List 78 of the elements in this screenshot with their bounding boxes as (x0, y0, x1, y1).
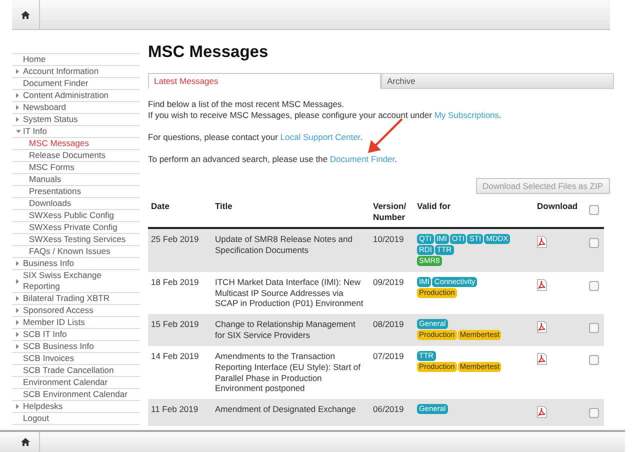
version-cell: 07/2019 (370, 346, 414, 399)
caret-right-icon (16, 278, 20, 284)
sidebar-item[interactable]: Downloads (12, 198, 140, 210)
caret-right-icon (16, 261, 20, 266)
date-cell: 25 Feb 2019 (148, 228, 212, 272)
sidebar-item[interactable]: Business Info (12, 258, 140, 270)
sidebar-item[interactable]: Environment Calendar (12, 377, 140, 389)
caret-right-icon (16, 105, 20, 110)
row-checkbox[interactable] (589, 408, 599, 418)
tab[interactable]: Latest Messages (148, 73, 381, 89)
sidebar-item[interactable]: Account Information (12, 66, 140, 78)
home-icon (21, 10, 30, 18)
sidebar-item[interactable]: Helpdesks (12, 401, 140, 413)
sidebar-item[interactable]: Logout (12, 413, 140, 425)
home-icon (21, 438, 30, 446)
sidebar-item[interactable]: IT Info (12, 126, 140, 138)
version-cell: 10/2019 (370, 228, 414, 272)
select-all-checkbox[interactable] (589, 205, 599, 215)
title-cell[interactable]: Amendments to the Transaction Reporting Interface (EU Style): Start of Parallel Phase in Production Environment postponed (212, 346, 370, 399)
caret-down-icon (16, 130, 21, 134)
sidebar-item[interactable]: SWXess Public Config (12, 210, 140, 222)
row-checkbox[interactable] (589, 355, 599, 366)
caret-right-icon (16, 117, 20, 122)
version-cell: 06/2019 (370, 398, 414, 426)
caret-right-icon (16, 404, 20, 409)
pdf-icon[interactable] (537, 406, 547, 418)
sidebar-item[interactable]: MSC Messages (12, 138, 140, 150)
caret-right-icon (16, 69, 20, 74)
intro-text: If you wish to receive MSC Messages, please configure your account under My Subscriptions. (148, 110, 502, 121)
sidebar-item[interactable]: Newsboard (12, 102, 140, 114)
sidebar-item[interactable]: Member ID Lists (12, 317, 140, 329)
pdf-icon[interactable] (537, 353, 547, 366)
sidebar-item[interactable]: Manuals (12, 174, 140, 186)
title-cell[interactable]: Change to Relationship Management for SIX Service Providers (212, 314, 370, 346)
sidebar-item[interactable]: SCB Trade Cancellation (12, 365, 140, 377)
row-checkbox[interactable] (589, 238, 599, 248)
pdf-icon[interactable] (537, 236, 547, 248)
version-cell: 08/2019 (370, 314, 414, 346)
title-cell[interactable]: Update of SMR8 Release Notes and Specification Documents (212, 228, 370, 272)
page-title: MSC Messages (148, 42, 270, 62)
sidebar-item[interactable]: SWXess Private Config (12, 222, 140, 234)
caret-right-icon (16, 308, 20, 313)
date-cell: 14 Feb 2019 (148, 346, 212, 399)
caret-right-icon (16, 296, 20, 301)
title-cell[interactable]: Amendment of Designated Exchange (212, 398, 370, 426)
sidebar-item[interactable]: Document Finder (12, 78, 140, 90)
sidebar-item[interactable]: Release Documents (12, 150, 140, 162)
intro-text: To perform an advanced search, please use the Document Finder. (148, 154, 398, 165)
sidebar-item[interactable]: MSC Forms (12, 162, 140, 174)
title-cell[interactable]: ITCH Market Data Interface (IMI): New Multicast IP Source Addresses via SCAP in Production (P01) Environment (212, 272, 370, 314)
date-cell: 11 Feb 2019 (148, 398, 212, 426)
row-checkbox[interactable] (589, 323, 599, 334)
date-cell: 18 Feb 2019 (148, 272, 212, 314)
tab[interactable]: Archive (381, 73, 614, 89)
sidebar-item[interactable]: Sponsored Access (12, 305, 140, 317)
sidebar-item[interactable]: Content Administration (12, 90, 140, 102)
sidebar-item[interactable]: FAQs / Known Issues (12, 246, 140, 258)
intro-text: Find below a list of the most recent MSC Messages. (148, 99, 346, 110)
sidebar-item[interactable]: SIX Swiss Exchange Reporting (12, 270, 140, 293)
caret-right-icon (16, 332, 20, 337)
sidebar-item[interactable]: SCB Business Info (12, 341, 140, 353)
sidebar-item[interactable]: Presentations (12, 186, 140, 198)
row-checkbox[interactable] (589, 281, 599, 291)
sidebar-item[interactable]: Bilateral Trading XBTR (12, 293, 140, 305)
caret-right-icon (16, 93, 20, 98)
pdf-icon[interactable] (537, 321, 547, 334)
sidebar-item[interactable]: SCB Invoices (12, 353, 140, 365)
sidebar-item[interactable]: SCB Environment Calendar (12, 389, 140, 401)
pdf-icon[interactable] (537, 279, 547, 291)
sidebar-item[interactable]: SCB IT Info (12, 329, 140, 341)
sidebar-item[interactable]: SWXess Testing Services (12, 234, 140, 246)
caret-right-icon (16, 320, 20, 325)
sidebar-item[interactable]: Home (12, 54, 140, 66)
date-cell: 15 Feb 2019 (148, 314, 212, 346)
intro-text: For questions, please contact your Local Support Center. (148, 132, 364, 143)
sidebar-item[interactable]: System Status (12, 114, 140, 126)
caret-right-icon (16, 344, 20, 349)
version-cell: 09/2019 (370, 272, 414, 314)
